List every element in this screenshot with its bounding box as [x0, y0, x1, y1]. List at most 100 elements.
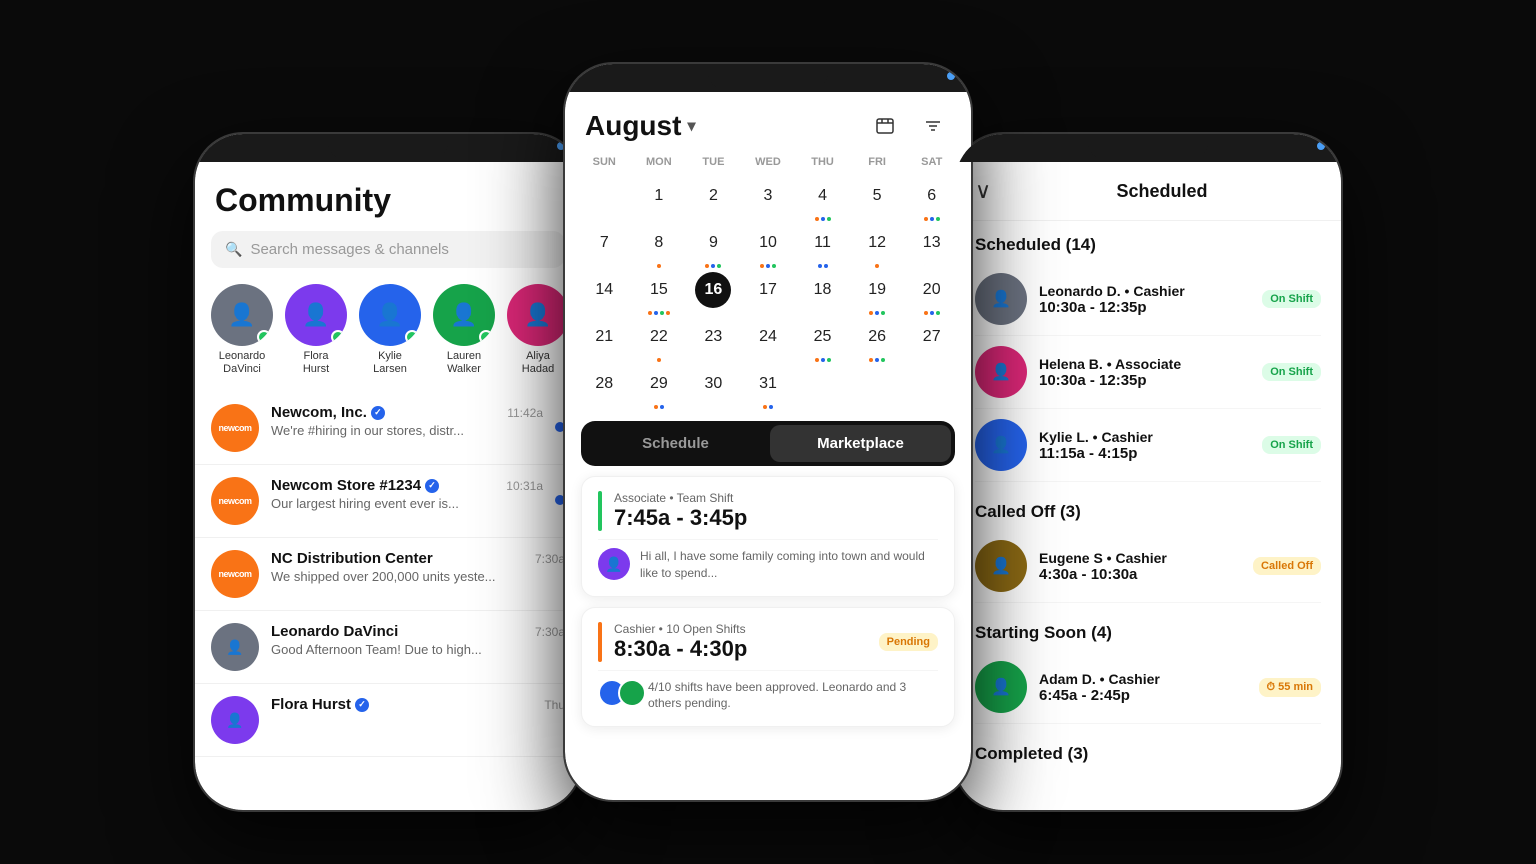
message-item[interactable]: 👤 Flora Hurst ✓ Thu	[195, 684, 581, 757]
month-label: August	[585, 110, 681, 142]
cal-day[interactable]: 30	[686, 364, 741, 411]
message-item[interactable]: newcom Newcom, Inc. ✓ 11:42a We're #hiri…	[195, 392, 581, 465]
calendar-view-icon[interactable]	[867, 108, 903, 144]
cal-day-num: 30	[695, 366, 731, 402]
shift-card-cashier[interactable]: Cashier • 10 Open Shifts 8:30a - 4:30p P…	[581, 607, 955, 728]
cal-day[interactable]: 2	[686, 176, 741, 223]
avatar-item[interactable]: 👤 LeonardoDaVinci	[211, 284, 273, 376]
msg-header: Newcom Store #1234 ✓ 10:31a	[271, 477, 543, 494]
cal-day[interactable]: 13	[904, 223, 959, 270]
calendar-weekdays: SUN MON TUE WED THU FRI SAT	[577, 152, 959, 172]
cal-day[interactable]: 22	[632, 317, 687, 364]
cal-day-num: 7	[586, 225, 622, 261]
cal-day[interactable]: 6	[904, 176, 959, 223]
msg-name: Newcom, Inc. ✓	[271, 404, 385, 421]
month-chevron-icon[interactable]: ▾	[687, 116, 695, 136]
avatar-name: LaurenWalker	[447, 350, 481, 376]
newcom-logo: newcom	[211, 477, 259, 525]
shift-card-associate[interactable]: Associate • Team Shift 7:45a - 3:45p 👤 H…	[581, 476, 955, 597]
cal-day-num: 15	[641, 272, 677, 308]
cal-day[interactable]: 5	[850, 176, 905, 223]
cal-week-3: 14 15 16 17 18 19 20	[577, 270, 959, 317]
tab-marketplace[interactable]: Marketplace	[770, 425, 951, 462]
sched-item[interactable]: 👤 Kylie L. • Cashier 11:15a - 4:15p On S…	[975, 409, 1321, 482]
cal-day[interactable]: 14	[577, 270, 632, 317]
cal-day[interactable]: 21	[577, 317, 632, 364]
message-item[interactable]: 👤 Leonardo DaVinci 7:30a Good Afternoon …	[195, 611, 581, 684]
sched-item[interactable]: 👤 Leonardo D. • Cashier 10:30a - 12:35p …	[975, 263, 1321, 336]
cal-day[interactable]: 12	[850, 223, 905, 270]
cal-dots	[654, 404, 664, 409]
cal-day-num: 29	[641, 366, 677, 402]
right-phone-screen: ∨ Scheduled Scheduled (14) 👤 Leonardo D.…	[955, 134, 1341, 810]
cal-day[interactable]: 19	[850, 270, 905, 317]
right-notch	[1088, 137, 1208, 159]
left-notch-bar	[195, 134, 581, 162]
cal-day[interactable]: 18	[795, 270, 850, 317]
search-bar[interactable]: 🔍 Search messages & channels	[211, 231, 565, 268]
dot	[936, 311, 940, 315]
message-item[interactable]: newcom Newcom Store #1234 ✓ 10:31a Our l…	[195, 465, 581, 538]
sched-item[interactable]: 👤 Eugene S • Cashier 4:30a - 10:30a Call…	[975, 530, 1321, 603]
dot	[766, 264, 770, 268]
cal-day[interactable]	[577, 176, 632, 223]
sched-shift-time: 10:30a - 12:35p	[1039, 372, 1250, 389]
back-button[interactable]: ∨	[975, 178, 991, 204]
calendar-filter-icon[interactable]	[915, 108, 951, 144]
msg-content: Leonardo DaVinci 7:30a Good Afternoon Te…	[271, 623, 565, 657]
cal-day[interactable]: 8	[632, 223, 687, 270]
community-title: Community	[195, 162, 581, 231]
avatar-item[interactable]: 👤 FloraHurst	[285, 284, 347, 376]
cal-day[interactable]: 16	[686, 270, 741, 317]
section-title-scheduled: Scheduled (14)	[975, 235, 1321, 255]
cal-day[interactable]: 10	[741, 223, 796, 270]
cal-day[interactable]: 28	[577, 364, 632, 411]
sched-item[interactable]: 👤 Adam D. • Cashier 6:45a - 2:45p ⏱ 55 m…	[975, 651, 1321, 724]
msg-content: NC Distribution Center 7:30a We shipped …	[271, 550, 565, 584]
avatar-circle: 👤	[433, 284, 495, 346]
cal-day[interactable]: 23	[686, 317, 741, 364]
cal-day[interactable]: 25	[795, 317, 850, 364]
calendar-month[interactable]: August ▾	[585, 110, 695, 142]
dot	[930, 311, 934, 315]
cal-day[interactable]: 15	[632, 270, 687, 317]
cal-day[interactable]: 24	[741, 317, 796, 364]
cal-day-num: 10	[750, 225, 786, 261]
cal-day[interactable]: 3	[741, 176, 796, 223]
cal-week-1: 1 2 3 4 5 6	[577, 176, 959, 223]
sched-item[interactable]: 👤 Helena B. • Associate 10:30a - 12:35p …	[975, 336, 1321, 409]
msg-time: 10:31a	[506, 479, 543, 493]
shift-color-bar	[598, 622, 602, 662]
cal-dots	[818, 263, 828, 268]
center-phone: August ▾	[563, 62, 973, 802]
dot	[821, 358, 825, 362]
cal-day[interactable]: 1	[632, 176, 687, 223]
cal-day-num: 11	[805, 225, 841, 261]
newcom-logo: newcom	[211, 404, 259, 452]
cal-day[interactable]: 4	[795, 176, 850, 223]
cal-day[interactable]: 11	[795, 223, 850, 270]
cal-dots	[875, 263, 879, 268]
cal-day[interactable]: 9	[686, 223, 741, 270]
avatar-item[interactable]: 👤 LaurenWalker	[433, 284, 495, 376]
message-item[interactable]: newcom NC Distribution Center 7:30a We s…	[195, 538, 581, 611]
avatar-online-indicator	[331, 330, 345, 344]
shift-info: Associate • Team Shift 7:45a - 3:45p	[614, 491, 938, 531]
verified-badge: ✓	[425, 479, 439, 493]
tab-schedule[interactable]: Schedule	[585, 425, 766, 462]
cal-day[interactable]: 20	[904, 270, 959, 317]
cal-day[interactable]: 7	[577, 223, 632, 270]
cal-day[interactable]: 17	[741, 270, 796, 317]
cal-day-num	[805, 366, 841, 402]
cal-day[interactable]: 26	[850, 317, 905, 364]
dot	[705, 264, 709, 268]
center-notch	[708, 67, 828, 89]
cal-day[interactable]: 31	[741, 364, 796, 411]
cal-day-num: 22	[641, 319, 677, 355]
avatar-item[interactable]: 👤 AliyaHadad	[507, 284, 569, 376]
shift-cards: Associate • Team Shift 7:45a - 3:45p 👤 H…	[565, 476, 971, 727]
weekday-tue: TUE	[686, 152, 741, 172]
avatar-item[interactable]: 👤 KylieLarsen	[359, 284, 421, 376]
cal-day[interactable]: 27	[904, 317, 959, 364]
cal-day[interactable]: 29	[632, 364, 687, 411]
